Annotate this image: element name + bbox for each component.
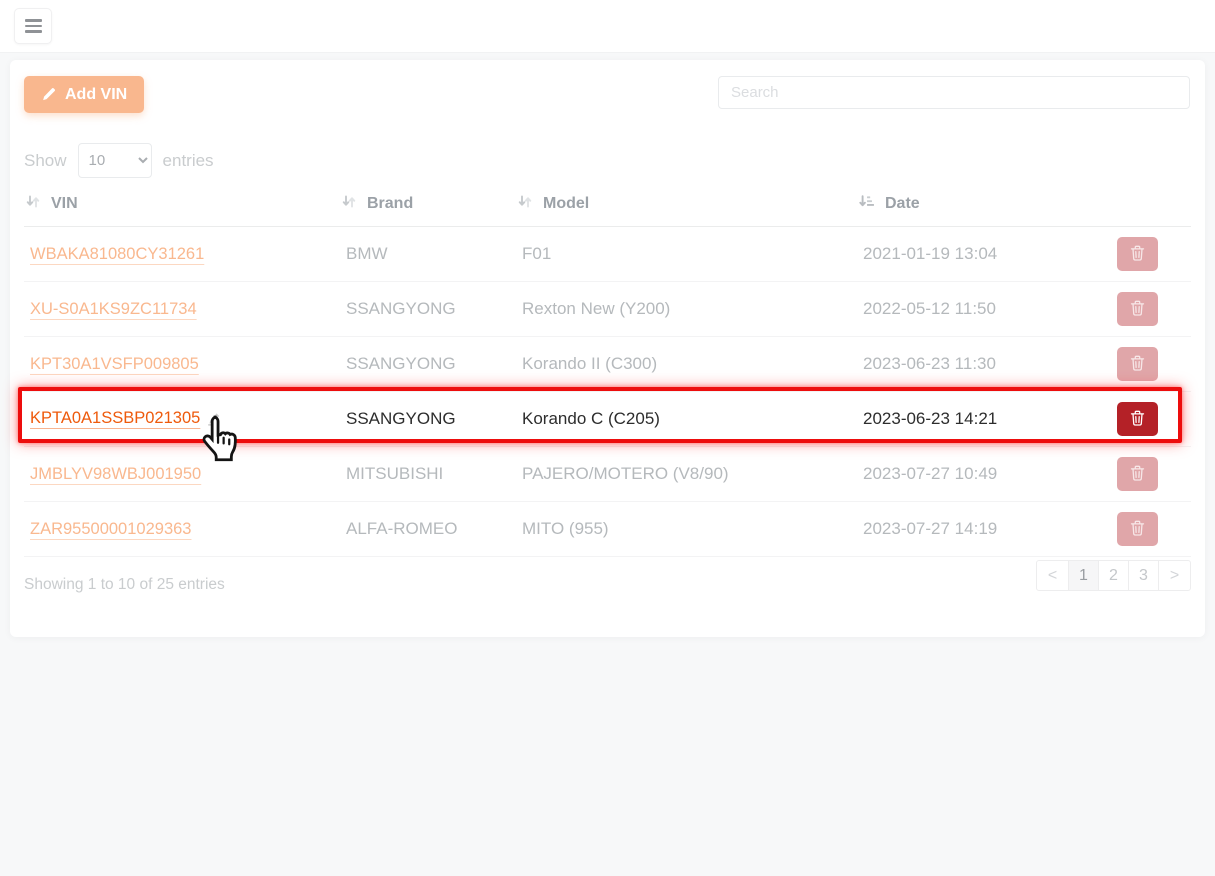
vin-link[interactable]: XU-S0A1KS9ZC11734 — [30, 300, 197, 318]
column-header-vin[interactable]: VIN — [24, 185, 340, 227]
date-cell: 2021-01-19 13:04 — [857, 227, 1077, 282]
pagination-next-button[interactable]: > — [1158, 560, 1191, 591]
column-header-model[interactable]: Model — [516, 185, 857, 227]
sort-both-icon — [518, 195, 532, 213]
vin-link[interactable]: KPT30A1VSFP009805 — [30, 355, 199, 373]
table-info-summary: Showing 1 to 10 of 25 entries — [24, 576, 225, 594]
date-cell: 2023-07-27 10:49 — [857, 447, 1077, 502]
page-length-control: Show 10 entries — [24, 143, 214, 178]
trash-icon — [1130, 245, 1145, 264]
model-cell: Korando II (C300) — [516, 337, 857, 392]
brand-cell: BMW — [340, 227, 516, 282]
show-label: Show — [24, 151, 67, 171]
table-row: JMBLYV98WBJ001950 MITSUBISHIPAJERO/MOTERO… — [24, 447, 1191, 502]
vin-list-card: Add VIN Show 10 entries — [10, 60, 1205, 637]
vin-link[interactable]: ZAR95500001029363 — [30, 520, 191, 538]
entries-select[interactable]: 10 — [78, 143, 152, 178]
brand-cell: ALFA-ROMEO — [340, 502, 516, 557]
sort-both-icon — [342, 195, 356, 213]
column-label-vin: VIN — [51, 195, 78, 213]
model-cell: PAJERO/MOTERO (V8/90) — [516, 447, 857, 502]
pagination-page-1[interactable]: 1 — [1068, 560, 1099, 591]
pencil-icon — [41, 87, 56, 102]
delete-button[interactable] — [1117, 237, 1158, 271]
model-cell: Rexton New (Y200) — [516, 282, 857, 337]
pagination-prev-button[interactable]: < — [1036, 560, 1069, 591]
table-row: KPT30A1VSFP009805 SSANGYONGKorando II (C3… — [24, 337, 1191, 392]
delete-button[interactable] — [1117, 402, 1158, 436]
column-header-actions — [1077, 185, 1191, 227]
edit-pencil-icon — [206, 411, 222, 431]
hamburger-menu-button[interactable] — [14, 8, 52, 44]
delete-button[interactable] — [1117, 512, 1158, 546]
vin-table-body: WBAKA81080CY31261BMWF012021-01-19 13:04X… — [24, 227, 1191, 557]
top-navbar — [0, 0, 1215, 53]
trash-icon — [1130, 355, 1145, 374]
brand-cell: SSANGYONG — [340, 337, 516, 392]
date-cell: 2022-05-12 11:50 — [857, 282, 1077, 337]
table-row: ZAR95500001029363 ALFA-ROMEOMITO (955)202… — [24, 502, 1191, 557]
table-row: KPTA0A1SSBP021305 SSANGYONGKorando C (C20… — [24, 392, 1191, 447]
vin-link[interactable]: KPTA0A1SSBP021305 — [30, 409, 200, 427]
search-input[interactable] — [718, 76, 1190, 109]
brand-cell: MITSUBISHI — [340, 447, 516, 502]
model-cell: MITO (955) — [516, 502, 857, 557]
column-label-brand: Brand — [367, 195, 413, 213]
delete-button[interactable] — [1117, 457, 1158, 491]
trash-icon — [1130, 300, 1145, 319]
date-cell: 2023-06-23 11:30 — [857, 337, 1077, 392]
vin-table: VIN Brand — [24, 185, 1191, 557]
table-row: WBAKA81080CY31261 BMWF012021-01-19 13:04 — [24, 227, 1191, 282]
sort-descending-icon — [859, 195, 874, 213]
pagination-page-3[interactable]: 3 — [1128, 560, 1159, 591]
delete-button[interactable] — [1117, 292, 1158, 326]
hamburger-icon — [25, 19, 42, 22]
pagination: < 1 2 3 > — [1036, 560, 1191, 591]
brand-cell: SSANGYONG — [340, 282, 516, 337]
sort-both-icon — [26, 195, 40, 213]
column-header-brand[interactable]: Brand — [340, 185, 516, 227]
trash-icon — [1130, 410, 1145, 429]
add-vin-button[interactable]: Add VIN — [24, 76, 144, 113]
date-cell: 2023-06-23 14:21 — [857, 392, 1077, 447]
column-label-model: Model — [543, 195, 589, 213]
trash-icon — [1130, 465, 1145, 484]
trash-icon — [1130, 520, 1145, 539]
column-label-date: Date — [885, 195, 920, 213]
date-cell: 2023-07-27 14:19 — [857, 502, 1077, 557]
add-vin-label: Add VIN — [65, 86, 127, 104]
vin-link[interactable]: WBAKA81080CY31261 — [30, 245, 204, 263]
pagination-page-2[interactable]: 2 — [1098, 560, 1129, 591]
table-header-row: VIN Brand — [24, 185, 1191, 227]
vin-link[interactable]: JMBLYV98WBJ001950 — [30, 465, 201, 483]
brand-cell: SSANGYONG — [340, 392, 516, 447]
model-cell: F01 — [516, 227, 857, 282]
delete-button[interactable] — [1117, 347, 1158, 381]
entries-label: entries — [163, 151, 214, 171]
model-cell: Korando C (C205) — [516, 392, 857, 447]
column-header-date[interactable]: Date — [857, 185, 1077, 227]
table-row: XU-S0A1KS9ZC11734 SSANGYONGRexton New (Y2… — [24, 282, 1191, 337]
